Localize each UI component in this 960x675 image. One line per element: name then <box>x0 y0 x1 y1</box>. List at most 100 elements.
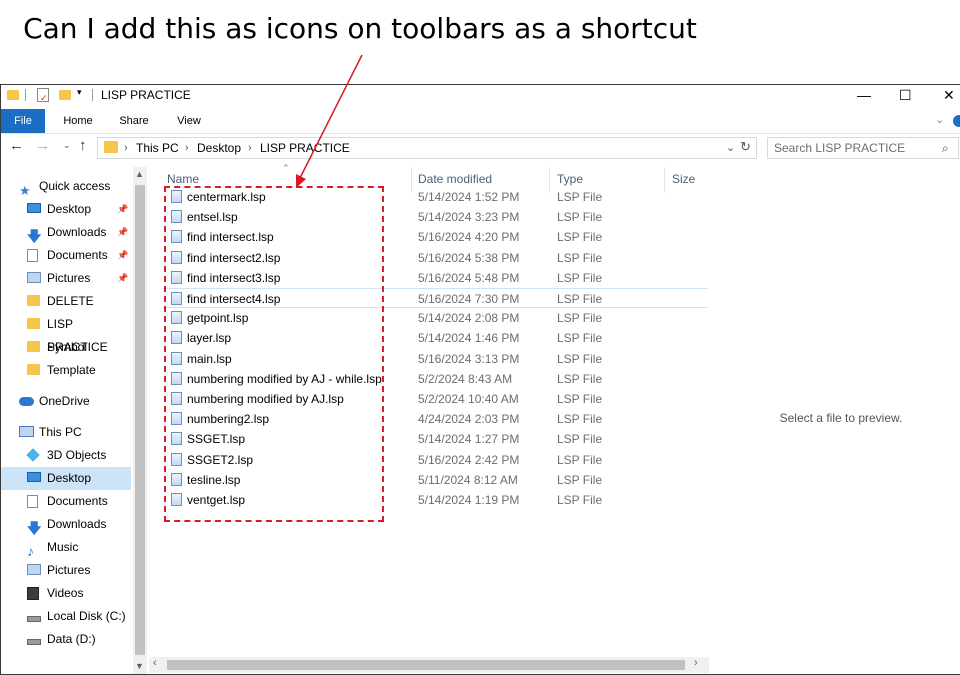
breadcrumb-this-pc[interactable]: This PC <box>136 138 179 158</box>
file-date-modified: 5/16/2024 7:30 PM <box>418 292 520 306</box>
file-type: LSP File <box>557 292 603 306</box>
close-button[interactable]: ✕ <box>943 87 955 104</box>
sidebar-item-documents[interactable]: Documents 📌 <box>1 244 131 267</box>
column-header-name[interactable]: Name <box>167 172 199 186</box>
file-date-modified: 5/16/2024 3:13 PM <box>418 351 520 366</box>
cloud-icon <box>19 395 34 408</box>
address-bar[interactable]: › This PC › Desktop › LISP PRACTICE ⌄ ↻ <box>97 137 757 159</box>
file-type: LSP File <box>557 250 603 265</box>
search-input[interactable]: Search LISP PRACTICE ⌕ <box>767 137 959 159</box>
sidebar-item-3d-objects[interactable]: 3D Objects <box>1 444 131 467</box>
separator <box>25 89 26 101</box>
annotation-question: Can I add this as icons on toolbars as a… <box>23 12 697 45</box>
sidebar-item-downloads[interactable]: 🡇 Downloads <box>1 513 131 536</box>
desktop-icon <box>27 203 41 216</box>
folder-icon <box>7 90 19 100</box>
nav-scroll-thumb[interactable] <box>135 185 145 655</box>
sidebar-item-onedrive[interactable]: OneDrive <box>1 390 131 413</box>
new-folder-icon[interactable] <box>59 90 71 100</box>
file-date-modified: 5/14/2024 1:27 PM <box>418 432 520 447</box>
navigation-pane: ★ Quick access Desktop 📌 🡇 Downloads 📌 Document… <box>1 167 133 674</box>
folder-icon <box>104 141 118 153</box>
pictures-icon <box>27 564 41 577</box>
sidebar-item-label: Music <box>47 540 79 554</box>
file-type: LSP File <box>557 270 603 285</box>
sidebar-item-lisp-practice[interactable]: LISP PRACTICE <box>1 313 131 354</box>
scroll-down-icon[interactable]: ▼ <box>135 661 144 671</box>
file-type: LSP File <box>557 230 603 245</box>
sidebar-item-label: Downloads <box>47 225 107 239</box>
sidebar-item-pictures[interactable]: Pictures 📌 <box>1 267 131 290</box>
title-bar: ✓ ▾ LISP PRACTICE — ☐ ✕ <box>1 85 960 107</box>
sidebar-item-label: Local Disk (C:) <box>47 609 126 623</box>
refresh-icon[interactable]: ↻ <box>740 139 751 155</box>
file-date-modified: 5/16/2024 2:42 PM <box>418 452 520 467</box>
document-icon <box>27 495 41 508</box>
file-type: LSP File <box>557 351 603 366</box>
scroll-left-icon[interactable]: ‹ <box>153 657 157 669</box>
help-icon[interactable] <box>953 115 960 127</box>
file-type: LSP File <box>557 371 603 386</box>
tab-file[interactable]: File <box>1 109 45 133</box>
annotation-highlight-box <box>164 186 384 522</box>
column-header-date[interactable]: Date modified <box>418 172 492 186</box>
chevron-down-icon[interactable]: ⌄ <box>726 141 735 154</box>
tab-view[interactable]: View <box>167 109 211 133</box>
sidebar-item-pictures[interactable]: Pictures <box>1 559 131 582</box>
star-icon: ★ <box>19 183 31 198</box>
sidebar-item-symbol[interactable]: Symbol <box>1 336 131 359</box>
sidebar-item-local-disk-c[interactable]: Local Disk (C:) <box>1 605 131 628</box>
sidebar-item-music[interactable]: ♪ Music <box>1 536 131 559</box>
minimize-button[interactable]: — <box>857 87 871 103</box>
file-date-modified: 5/16/2024 5:38 PM <box>418 250 520 265</box>
breadcrumb-lisp-practice[interactable]: LISP PRACTICE <box>260 138 350 158</box>
sidebar-item-label: Pictures <box>47 271 91 285</box>
sidebar-item-label: Documents <box>47 248 108 262</box>
sidebar-item-downloads[interactable]: 🡇 Downloads 📌 <box>1 221 131 244</box>
cube-icon <box>26 448 41 462</box>
column-header-size[interactable]: Size <box>672 172 695 186</box>
horizontal-scroll-thumb[interactable] <box>167 660 685 670</box>
up-arrow-icon[interactable]: ↑ <box>79 137 87 154</box>
pin-icon: 📌 <box>117 204 129 214</box>
column-header-type[interactable]: Type <box>557 172 583 186</box>
back-arrow-icon[interactable]: ← <box>9 137 24 154</box>
computer-icon <box>19 426 34 439</box>
ribbon: File Home Share View ⌄ <box>1 109 960 134</box>
separator <box>92 89 93 101</box>
forward-arrow-icon[interactable]: → <box>35 137 50 154</box>
file-type: LSP File <box>557 311 603 326</box>
recent-locations-icon[interactable]: ⌄ <box>63 140 71 151</box>
disk-icon <box>27 633 41 646</box>
sidebar-item-this-pc[interactable]: This PC <box>1 421 131 444</box>
download-icon: 🡇 <box>27 520 42 536</box>
chevron-right-icon: › <box>185 142 189 154</box>
maximize-button[interactable]: ☐ <box>899 87 912 104</box>
file-type: LSP File <box>557 331 603 346</box>
sidebar-item-desktop[interactable]: Desktop 📌 <box>1 198 131 221</box>
sidebar-item-documents[interactable]: Documents <box>1 490 131 513</box>
file-date-modified: 5/14/2024 1:52 PM <box>418 190 520 204</box>
sidebar-item-quick-access[interactable]: ★ Quick access <box>1 175 131 198</box>
pin-icon: 📌 <box>117 250 129 260</box>
scroll-right-icon[interactable]: › <box>694 657 698 669</box>
properties-icon[interactable]: ✓ <box>37 88 49 103</box>
tab-home[interactable]: Home <box>55 109 101 133</box>
sidebar-item-template[interactable]: Template <box>1 359 131 382</box>
sidebar-item-delete[interactable]: DELETE <box>1 290 131 313</box>
desktop-icon <box>27 472 41 485</box>
sidebar-item-videos[interactable]: Videos <box>1 582 131 605</box>
sidebar-item-desktop[interactable]: Desktop <box>1 467 131 490</box>
file-date-modified: 5/16/2024 5:48 PM <box>418 270 520 285</box>
scroll-up-icon[interactable]: ▲ <box>135 169 144 179</box>
file-date-modified: 5/14/2024 3:23 PM <box>418 210 520 225</box>
sort-indicator-icon: ⌃ <box>282 163 290 173</box>
sidebar-item-data-d[interactable]: Data (D:) <box>1 628 131 651</box>
expand-ribbon-icon[interactable]: ⌄ <box>935 113 944 126</box>
file-type: LSP File <box>557 412 603 427</box>
file-type: LSP File <box>557 472 603 487</box>
sidebar-item-label: OneDrive <box>39 394 90 408</box>
breadcrumb-desktop[interactable]: Desktop <box>197 138 241 158</box>
tab-share[interactable]: Share <box>111 109 157 133</box>
customize-quick-access-icon[interactable]: ▾ <box>77 87 82 98</box>
